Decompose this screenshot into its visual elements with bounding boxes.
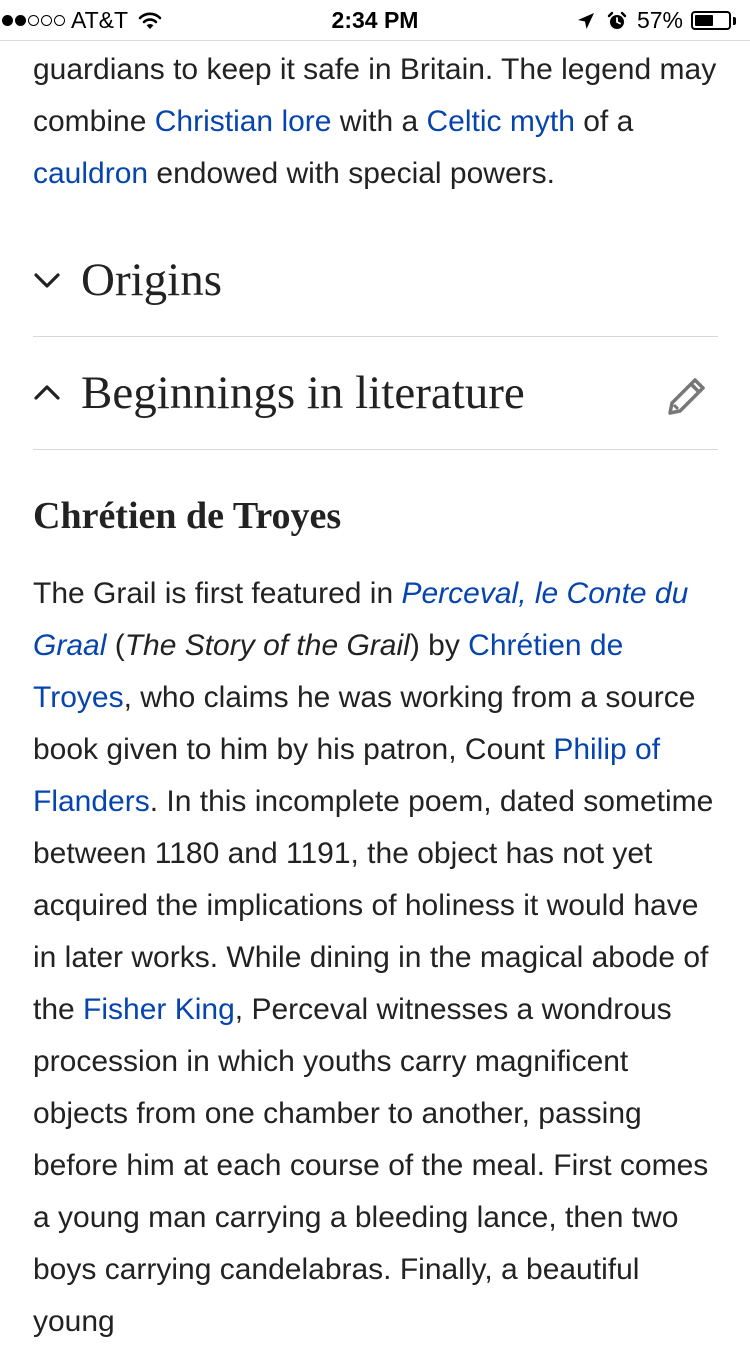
text-run: , Perceval witnesses a wondrous processi… [33, 993, 709, 1338]
battery-icon [691, 11, 731, 30]
battery-cap [733, 16, 736, 25]
subheading-chretien-de-troyes: Chrétien de Troyes [33, 495, 342, 537]
chevron-down-icon[interactable] [33, 266, 61, 294]
text-run: endowed with special powers. [148, 157, 555, 190]
article-link[interactable]: Celtic myth [427, 105, 575, 138]
article-link[interactable]: Fisher King [83, 993, 235, 1026]
intro-paragraph: guardians to keep it safe in Britain. Th… [33, 44, 718, 200]
article-content: guardians to keep it safe in Britain. Th… [33, 44, 718, 1348]
article-link[interactable]: Christian lore [155, 105, 332, 138]
pencil-icon[interactable] [662, 373, 710, 421]
text-run: . In this incomplete poem, dated sometim… [33, 785, 714, 1026]
text-run: of a [574, 105, 634, 138]
text-run: with a [331, 105, 427, 138]
alarm-clock-icon [607, 11, 627, 31]
battery-percent: 57% [636, 7, 683, 33]
chevron-up-icon[interactable] [33, 379, 61, 407]
section-title-beginnings[interactable]: Beginnings in literature [81, 366, 525, 420]
status-bar: AT&T 2:34 PM 57% [0, 0, 750, 41]
battery-fill [695, 15, 714, 26]
section-title-origins[interactable]: Origins [81, 253, 222, 307]
text-run: ) by [409, 629, 469, 662]
section-origins[interactable]: Origins [33, 224, 718, 337]
article-link[interactable]: cauldron [33, 157, 148, 190]
text-run: The Story of the Grail [124, 629, 410, 662]
status-right: 57% [577, 7, 736, 34]
location-arrow-icon [577, 12, 595, 30]
text-run: ( [106, 629, 125, 662]
body-paragraph: The Grail is first featured in Perceval,… [33, 568, 718, 1348]
text-run: The Grail is first featured in [33, 577, 402, 610]
section-beginnings-in-literature[interactable]: Beginnings in literature [33, 337, 718, 450]
